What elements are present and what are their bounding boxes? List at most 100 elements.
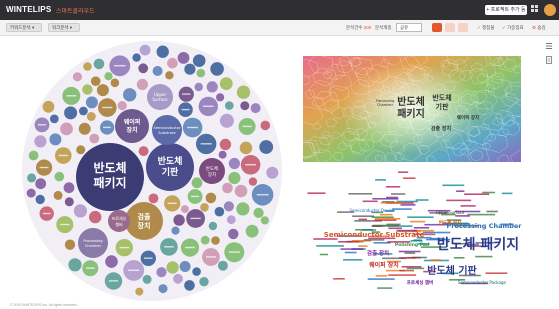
- option-3[interactable]: ⚙ 숨김: [532, 25, 546, 31]
- keyword-bubble[interactable]: [219, 138, 232, 151]
- keyword-bubble[interactable]: [228, 228, 239, 240]
- keyword-bubble[interactable]: [78, 122, 91, 135]
- keyword-bubble[interactable]: [180, 205, 189, 214]
- keyword-bubble[interactable]: [136, 78, 148, 91]
- work-analysis-select[interactable]: 워크분석 ▾: [48, 23, 80, 32]
- keyword-bubble[interactable]: [138, 146, 149, 157]
- keyword-bubble[interactable]: [250, 103, 261, 114]
- apps-grid-icon[interactable]: [531, 5, 541, 15]
- bubble-major[interactable]: [125, 202, 163, 240]
- keyword-bubble[interactable]: [123, 88, 137, 102]
- keyword-bubble[interactable]: [156, 45, 169, 58]
- bubble-major[interactable]: [115, 109, 149, 143]
- keyword-bubble[interactable]: [148, 193, 159, 204]
- keyword-bubble[interactable]: [173, 273, 183, 284]
- keyword-bubble[interactable]: [152, 66, 163, 76]
- keyword-bubble[interactable]: [64, 239, 76, 250]
- keyword-bubble[interactable]: [35, 194, 45, 205]
- cloud-word-detect[interactable]: 검출 장치: [367, 249, 389, 257]
- keyword-bubble[interactable]: [184, 63, 196, 75]
- add-project-button[interactable]: + 프로젝트 추가 등록: [485, 5, 527, 23]
- keyword-bubble[interactable]: [28, 150, 39, 161]
- cloud-word-substrate[interactable]: 반도체 기판: [427, 264, 477, 277]
- keyword-bubble[interactable]: [89, 210, 102, 224]
- keyword-bubble[interactable]: [132, 53, 141, 62]
- bubble-major[interactable]: [78, 228, 108, 258]
- keyword-bubble[interactable]: [86, 112, 96, 121]
- keyword-bubble[interactable]: [218, 150, 227, 159]
- keyword-bubble[interactable]: [179, 261, 191, 272]
- keyword-bubble[interactable]: [228, 157, 240, 170]
- keyword-bubble[interactable]: [90, 76, 101, 86]
- keyword-bubble[interactable]: [225, 101, 234, 110]
- cloud-word-wafer[interactable]: 웨이퍼 장치: [369, 261, 399, 269]
- keyword-bubble[interactable]: [64, 197, 74, 207]
- cloud-word-package[interactable]: 반도체 패키지: [437, 236, 519, 253]
- keyword-bubble[interactable]: [236, 202, 250, 216]
- keyword-bubble[interactable]: [83, 62, 92, 71]
- keyword-bubble[interactable]: [42, 100, 55, 113]
- keyword-bubble[interactable]: [210, 62, 224, 76]
- keyword-bubble[interactable]: [245, 224, 259, 238]
- keyword-bubble[interactable]: [219, 77, 233, 90]
- cloud-word-semisub[interactable]: Semiconductor Substrate: [324, 231, 425, 239]
- keyword-bubble[interactable]: [214, 206, 225, 217]
- keyword-bubble[interactable]: [199, 277, 209, 287]
- keyword-bubble[interactable]: [142, 274, 152, 284]
- keyword-bubble[interactable]: [165, 71, 174, 80]
- keyword-bubble[interactable]: [54, 171, 65, 182]
- bubble-major[interactable]: [146, 143, 194, 191]
- keyword-bubble[interactable]: [117, 101, 127, 111]
- list-icon[interactable]: [545, 42, 553, 50]
- keyword-bubble[interactable]: [68, 258, 82, 272]
- keyword-bubble[interactable]: [49, 114, 59, 124]
- keyword-bubble[interactable]: [76, 145, 86, 155]
- keyword-bubble[interactable]: [248, 177, 258, 186]
- keyword-bubble[interactable]: [34, 135, 47, 148]
- keyword-bubble[interactable]: [253, 207, 264, 218]
- keyword-bubble[interactable]: [239, 141, 253, 155]
- keyword-bubble[interactable]: [27, 173, 37, 183]
- keyword-bubble[interactable]: [205, 192, 217, 204]
- keyword-bubble[interactable]: [135, 287, 144, 296]
- keyword-bubble[interactable]: [260, 216, 269, 225]
- cloud-word-proc[interactable]: 프로세싱 챔버: [407, 279, 433, 286]
- brand-logo[interactable]: WINTELIPS: [6, 5, 51, 14]
- keyword-bubble[interactable]: [35, 178, 47, 190]
- keyword-bubble[interactable]: [260, 120, 271, 131]
- grid-view-icon[interactable]: [458, 23, 468, 32]
- keyword-bubble[interactable]: [85, 96, 98, 109]
- user-avatar-icon[interactable]: [544, 4, 556, 16]
- keyword-bubble[interactable]: [173, 214, 185, 226]
- keyword-bubble[interactable]: [266, 166, 279, 179]
- option-2[interactable]: ✓ 가중점표: [502, 25, 524, 31]
- keyword-bubble[interactable]: [64, 106, 78, 120]
- keyword-bubble[interactable]: [171, 226, 180, 235]
- keyword-bubble[interactable]: [211, 236, 220, 245]
- keyword-bubble[interactable]: [223, 201, 234, 212]
- keyword-bubble[interactable]: [96, 84, 109, 97]
- cloud-word-semipkg[interactable]: Semiconductor Package: [458, 280, 507, 285]
- cloud-word-semidevice[interactable]: Semiconductor Device: [349, 208, 395, 213]
- option-1[interactable]: ✓ 쟁점물: [477, 25, 494, 31]
- keyword-bubble[interactable]: [49, 133, 62, 146]
- bubble-view-icon[interactable]: [432, 23, 442, 32]
- keyword-bubble[interactable]: [110, 78, 120, 88]
- keyword-bubble[interactable]: [166, 261, 179, 274]
- keyword-bubble[interactable]: [158, 284, 168, 294]
- keyword-bubble[interactable]: [200, 203, 209, 212]
- keyword-bubble[interactable]: [222, 182, 233, 194]
- bubble-major[interactable]: [152, 115, 182, 145]
- keyword-bubble[interactable]: [105, 255, 118, 268]
- keyword-bubble[interactable]: [82, 84, 93, 95]
- keyword-bubble[interactable]: [259, 140, 274, 154]
- cloud-word-upper[interactable]: Upper Surface: [436, 210, 465, 215]
- keyword-bubble[interactable]: [26, 188, 36, 198]
- keyword-bubble[interactable]: [194, 82, 203, 92]
- keyword-bubble[interactable]: [104, 72, 113, 81]
- keyword-bubble[interactable]: [60, 122, 73, 136]
- keyword-bubble[interactable]: [53, 190, 63, 200]
- keyword-bubble[interactable]: [93, 58, 105, 70]
- keyword-bubble[interactable]: [216, 93, 225, 102]
- keyword-bubble[interactable]: [226, 215, 236, 225]
